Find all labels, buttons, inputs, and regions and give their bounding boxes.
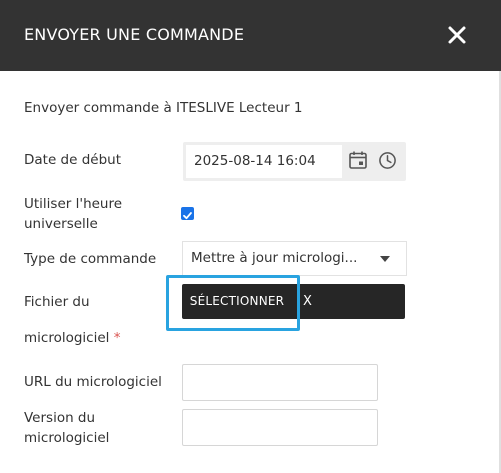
- close-icon[interactable]: [444, 22, 470, 48]
- utc-checkbox[interactable]: [181, 207, 194, 220]
- firmware-version-label-line1: Version du: [24, 410, 96, 426]
- utc-label-line1: Utiliser l'heure: [24, 196, 123, 212]
- select-file-button[interactable]: SÉLECTIONNER: [182, 284, 292, 319]
- dialog-title: ENVOYER UNE COMMANDE: [24, 25, 245, 44]
- utc-label-line2: universelle: [24, 216, 98, 232]
- start-date-input[interactable]: 2025-08-14 16:04: [186, 145, 342, 178]
- command-type-value: Mettre à jour micrologi...: [191, 250, 358, 266]
- firmware-version-label-line2: micrologiciel: [24, 430, 110, 446]
- firmware-file-label-line2: micrologiciel: [24, 330, 110, 346]
- command-type-select[interactable]: Mettre à jour micrologi...: [182, 241, 407, 276]
- command-type-label: Type de commande: [24, 251, 157, 267]
- clear-file-button[interactable]: X: [303, 294, 312, 309]
- calendar-icon[interactable]: [348, 150, 368, 170]
- utc-label: Utiliser l'heure universelle: [24, 194, 122, 234]
- start-date-group: 2025-08-14 16:04: [183, 142, 406, 181]
- checkmark-icon: [183, 212, 192, 220]
- firmware-url-input[interactable]: [182, 364, 378, 401]
- dialog-header: ENVOYER UNE COMMANDE: [0, 0, 501, 71]
- caret-down-icon: [380, 256, 390, 262]
- required-mark: *: [113, 330, 121, 346]
- firmware-file-label-line2-wrap: micrologiciel *: [24, 328, 120, 348]
- start-date-label: Date de début: [24, 152, 122, 168]
- clock-icon[interactable]: [378, 151, 397, 170]
- firmware-version-input[interactable]: [182, 409, 378, 446]
- firmware-version-label: Version du micrologiciel: [24, 408, 109, 448]
- firmware-file-label-line1: Fichier du: [24, 294, 90, 310]
- close-button[interactable]: [444, 22, 470, 48]
- form-subtitle: Envoyer commande à ITESLIVE Lecteur 1: [24, 100, 303, 116]
- firmware-url-label: URL du micrologiciel: [24, 374, 162, 390]
